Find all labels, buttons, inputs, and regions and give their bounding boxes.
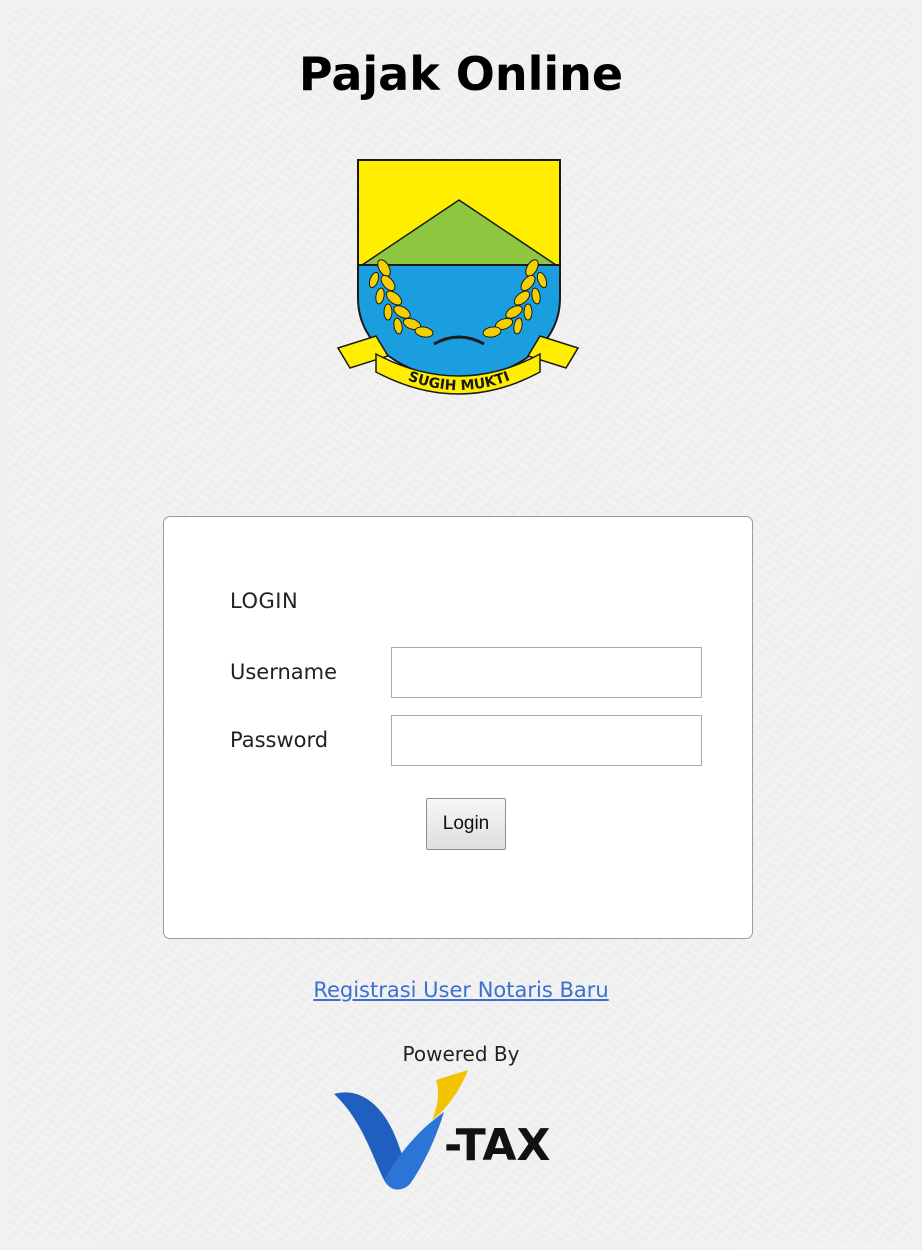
vtax-logo-text: -TAX: [444, 1120, 550, 1171]
username-label: Username: [230, 660, 338, 684]
login-panel: LOGIN Username Password Login: [163, 516, 753, 939]
powered-by-text: Powered By: [402, 1042, 520, 1066]
page-title: Pajak Online: [298, 47, 624, 101]
password-input[interactable]: [391, 715, 702, 766]
password-label: Password: [230, 728, 329, 752]
regency-emblem-logo: SUGIH MUKTI: [336, 159, 580, 395]
username-input[interactable]: [391, 647, 702, 698]
register-notary-user-link[interactable]: Registrasi User Notaris Baru: [313, 978, 608, 1002]
login-heading: LOGIN: [230, 589, 299, 613]
register-link-container: Registrasi User Notaris Baru: [0, 978, 922, 1002]
vtax-logo: -TAX: [334, 1070, 550, 1190]
login-button[interactable]: Login: [426, 798, 506, 850]
